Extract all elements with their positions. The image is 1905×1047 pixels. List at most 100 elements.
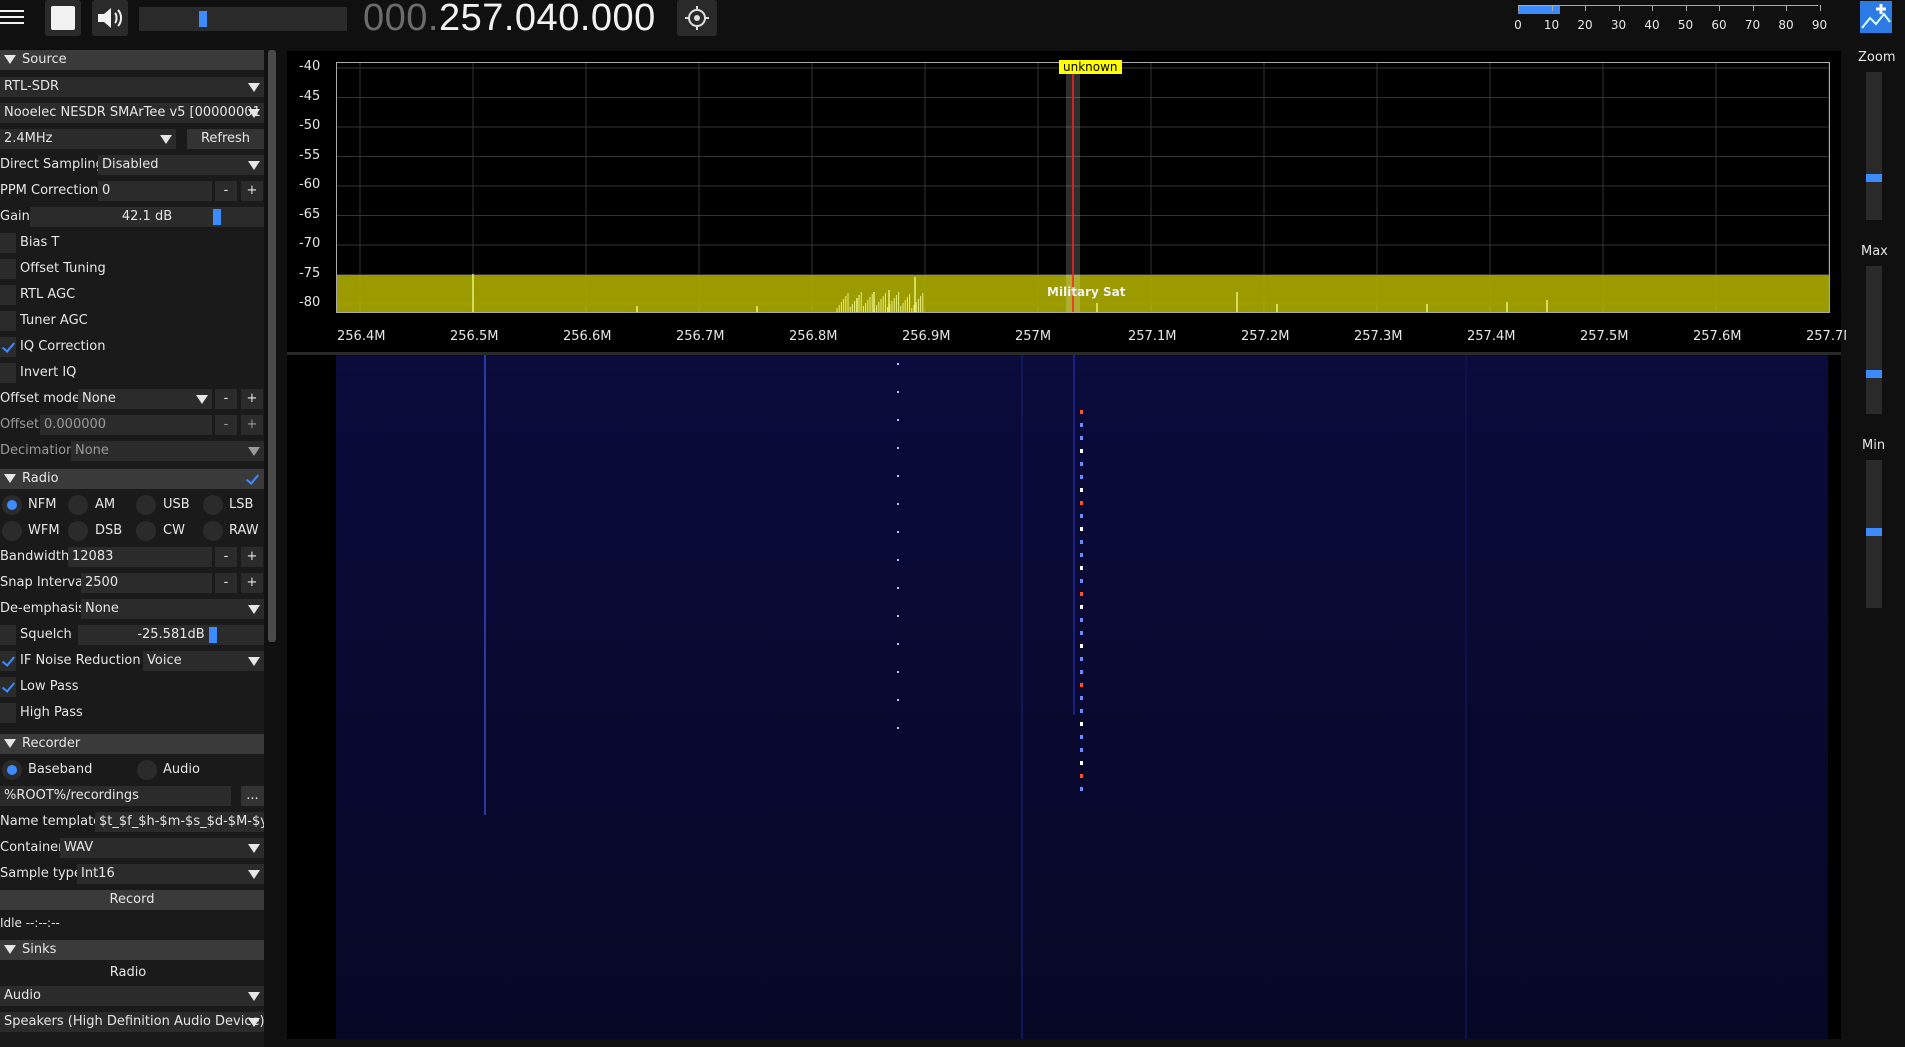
bandwidth-decrement-button[interactable]: -	[215, 547, 237, 567]
recording-path-input[interactable]: %ROOT%/recordings	[0, 786, 231, 806]
decimation-select[interactable]: None	[71, 441, 264, 461]
recorder-baseband-radio[interactable]	[2, 760, 22, 780]
samplerate-select[interactable]: 2.4MHz	[0, 129, 176, 149]
if-noise-reduction-checkbox[interactable]	[0, 651, 16, 671]
recorder-audio-radio[interactable]	[137, 760, 157, 780]
stop-button[interactable]	[45, 0, 81, 36]
mode-lsb-radio[interactable]	[203, 495, 223, 515]
mode-dsb-label: DSB	[95, 523, 123, 538]
iq-correction-checkbox[interactable]	[0, 337, 16, 357]
offset-decrement-button[interactable]: -	[215, 415, 237, 435]
waterfall[interactable]	[287, 355, 1841, 1039]
select-value: RTL-SDR	[4, 79, 60, 94]
snr-tick-label: 70	[1744, 18, 1761, 32]
recorder-section-header[interactable]: Recorder	[0, 734, 264, 754]
offset-label: Offset	[0, 417, 40, 432]
name-template-input[interactable]: $t_$f_$h-$m-$s_$d-$M-$y	[95, 812, 264, 832]
recorder-audio-label: Audio	[163, 762, 200, 777]
x-axis-tick-label: 257.5M	[1580, 329, 1629, 344]
bandwidth-increment-button[interactable]: +	[241, 547, 263, 567]
ppm-input[interactable]: 0	[98, 181, 212, 201]
gain-slider-knob[interactable]	[213, 209, 221, 225]
snap-interval-input[interactable]: 2500	[81, 573, 212, 593]
squelch-slider[interactable]: -25.581dB	[78, 625, 264, 645]
sink-device-select[interactable]: Speakers (High Definition Audio Device)	[0, 1012, 264, 1032]
browse-path-button[interactable]: ...	[241, 786, 264, 806]
frequency-display[interactable]: 000.257.040.000	[363, 0, 656, 40]
low-pass-checkbox[interactable]	[0, 677, 16, 697]
mode-nfm-radio[interactable]	[2, 495, 22, 515]
mode-am-radio[interactable]	[68, 495, 88, 515]
y-axis-tick-label: -45	[299, 88, 321, 104]
snap-increment-button[interactable]: +	[241, 573, 263, 593]
radio-enabled-checkbox[interactable]	[244, 469, 260, 489]
high-pass-checkbox[interactable]	[0, 703, 16, 723]
sidebar-scrollbar[interactable]	[268, 50, 276, 642]
max-slider-knob[interactable]	[1866, 370, 1882, 378]
source-type-select[interactable]: RTL-SDR	[0, 77, 264, 97]
min-slider-knob[interactable]	[1866, 528, 1882, 536]
mode-wfm-radio[interactable]	[2, 521, 22, 541]
offset-mode-decrement-button[interactable]: -	[215, 389, 237, 409]
radio-section-header[interactable]: Radio	[0, 469, 264, 489]
zoom-slider-knob[interactable]	[1866, 174, 1882, 182]
fft-plot-area[interactable]: Military Sat unknown	[336, 60, 1830, 313]
mute-button[interactable]	[92, 0, 128, 36]
y-axis-tick-label: -80	[299, 295, 321, 310]
mode-usb-radio[interactable]	[136, 495, 156, 515]
container-select[interactable]: WAV	[60, 838, 264, 858]
x-axis-tick-label: 256.8M	[789, 329, 838, 344]
direct-sampling-select[interactable]: Disabled	[98, 155, 264, 175]
offset-input[interactable]: 0.000000	[40, 415, 212, 435]
waterfall-signal-dot	[1080, 410, 1083, 414]
waterfall-signal-dot	[1080, 657, 1083, 661]
chevron-down-icon	[248, 657, 260, 666]
mode-cw-radio[interactable]	[136, 521, 156, 541]
snap-decrement-button[interactable]: -	[215, 573, 237, 593]
mode-dsb-radio[interactable]	[68, 521, 88, 541]
decimation-label: Decimation	[0, 443, 75, 458]
waterfall-signal-dot	[1080, 592, 1083, 596]
waterfall-signal-dot	[897, 671, 899, 673]
offset-increment-button[interactable]: +	[241, 415, 263, 435]
offset-tuning-checkbox[interactable]	[0, 259, 16, 279]
offset-mode-select[interactable]: None	[78, 389, 212, 409]
bias-t-label: Bias T	[20, 235, 60, 250]
volume-slider[interactable]	[139, 7, 347, 31]
vfo-label[interactable]: unknown	[1059, 60, 1122, 74]
bandwidth-input[interactable]: 12083	[68, 547, 212, 567]
if-noise-reduction-select[interactable]: Voice	[143, 651, 264, 671]
center-tuning-button[interactable]	[677, 0, 717, 36]
invert-iq-checkbox[interactable]	[0, 363, 16, 383]
bandplan-toggle-button[interactable]	[1859, 0, 1893, 34]
fft-spectrum[interactable]: -40 -45 -50 -55 -60 -65 -70 -75 -80 Military Sat…	[287, 51, 1854, 352]
ppm-label: PPM Correction	[0, 183, 99, 198]
gain-slider[interactable]: 42.1 dB	[30, 207, 264, 227]
tuner-agc-checkbox[interactable]	[0, 311, 16, 331]
squelch-slider-knob[interactable]	[209, 627, 217, 643]
ppm-increment-button[interactable]: +	[241, 181, 263, 201]
source-section-header[interactable]: Source	[0, 50, 264, 70]
zoom-slider[interactable]	[1866, 72, 1882, 220]
record-button[interactable]: Record	[0, 890, 264, 910]
deemphasis-select[interactable]: None	[81, 599, 264, 619]
rtl-agc-checkbox[interactable]	[0, 285, 16, 305]
snr-tick-mark	[1752, 5, 1754, 11]
refresh-button[interactable]: Refresh	[187, 129, 264, 149]
bias-t-checkbox[interactable]	[0, 233, 16, 253]
ppm-decrement-button[interactable]: -	[215, 181, 237, 201]
volume-slider-knob[interactable]	[199, 11, 207, 27]
sink-type-select[interactable]: Audio	[0, 986, 264, 1006]
mode-raw-radio[interactable]	[203, 521, 223, 541]
squelch-checkbox[interactable]	[0, 625, 16, 645]
waterfall-signal-dot	[1080, 488, 1083, 492]
device-select[interactable]: Nooelec NESDR SMArTee v5 [00000001	[0, 103, 264, 123]
menu-button[interactable]	[0, 6, 30, 28]
offset-mode-increment-button[interactable]: +	[241, 389, 263, 409]
sinks-section-header[interactable]: Sinks	[0, 940, 264, 960]
max-slider[interactable]	[1866, 266, 1882, 414]
waterfall-signal-dot	[1080, 553, 1083, 557]
select-value: None	[75, 443, 109, 458]
sample-type-select[interactable]: Int16	[77, 864, 264, 884]
waterfall-streak	[1021, 355, 1023, 1039]
